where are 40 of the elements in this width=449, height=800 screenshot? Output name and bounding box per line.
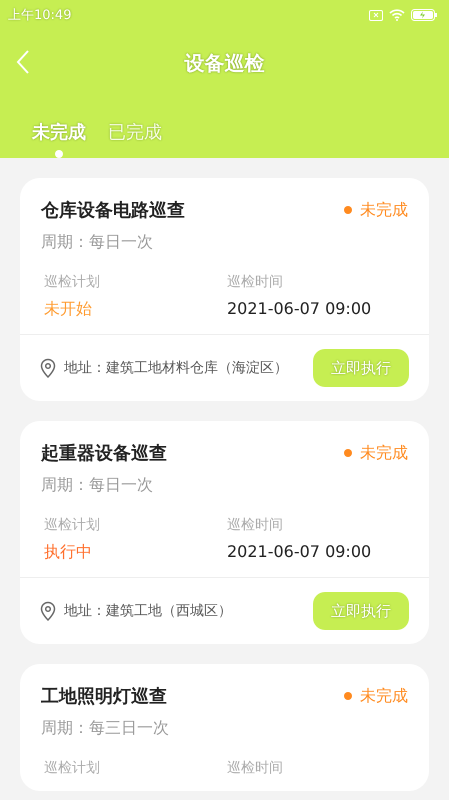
- execute-button[interactable]: 立即执行: [313, 592, 409, 630]
- task-status: 未完成: [360, 442, 408, 464]
- plan-label: 巡检计划: [44, 516, 101, 534]
- execute-button[interactable]: 立即执行: [313, 349, 409, 387]
- time-label: 巡检时间: [227, 759, 284, 777]
- location-pin-icon: [40, 601, 56, 621]
- task-card[interactable]: 工地照明灯巡查 未完成 周期：每三日一次 巡检计划 巡检时间: [20, 664, 429, 791]
- battery-icon: [411, 9, 437, 21]
- task-title: 起重器设备巡查: [41, 442, 167, 465]
- inspection-time: 2021-06-07 09:00: [227, 299, 372, 320]
- task-period: 周期：每日一次: [41, 475, 154, 496]
- task-period: 周期：每日一次: [41, 232, 154, 253]
- plan-status: 执行中: [44, 542, 93, 563]
- inspection-time: 2021-06-07 09:00: [227, 542, 372, 563]
- task-title: 仓库设备电路巡查: [41, 199, 185, 222]
- active-indicator: [55, 150, 63, 158]
- plan-status: 未开始: [44, 299, 93, 320]
- task-address: 地址：建筑工地（西城区）: [64, 602, 232, 620]
- task-address: 地址：建筑工地材料仓库（海淀区）: [64, 359, 288, 377]
- tab[interactable]: 未完成: [32, 118, 86, 146]
- task-status: 未完成: [360, 200, 408, 220]
- task-card[interactable]: 起重器设备巡查 未完成 周期：每日一次 巡检计划 巡检时间 执行中 2021-06-07 09:00 地址：建筑工地（西城区） 立即执行: [20, 421, 429, 644]
- wifi-icon: [389, 9, 405, 21]
- location-pin-icon: [40, 358, 56, 378]
- status-time: 上午10:49: [8, 7, 72, 24]
- page-title: 设备巡检: [184, 50, 264, 76]
- task-status: 未完成: [360, 686, 408, 706]
- time-label: 巡检时间: [227, 273, 284, 291]
- task-title: 工地照明灯巡查: [41, 685, 167, 708]
- tab[interactable]: 已完成: [108, 118, 162, 146]
- sim-icon: [369, 10, 383, 20]
- status-dot: [344, 206, 352, 214]
- status-dot: [344, 449, 352, 457]
- task-period: 周期：每三日一次: [41, 718, 170, 739]
- status-dot: [344, 692, 352, 700]
- task-card[interactable]: 仓库设备电路巡查 未完成 周期：每日一次 巡检计划 巡检时间 未开始 2021-06-07 09:00 地址：建筑工地材料仓库（海淀区） 立即执行: [20, 178, 429, 401]
- plan-label: 巡检计划: [44, 273, 101, 291]
- time-label: 巡检时间: [227, 516, 284, 534]
- plan-label: 巡检计划: [44, 759, 101, 777]
- back-icon[interactable]: [16, 50, 30, 74]
